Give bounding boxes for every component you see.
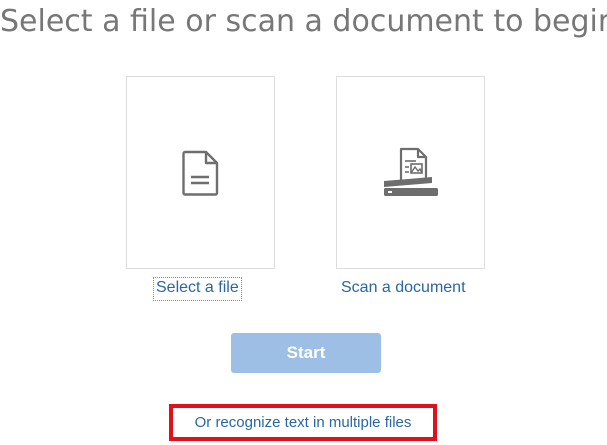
scanner-icon: [383, 147, 438, 196]
scan-document-link[interactable]: Scan a document: [341, 279, 466, 297]
start-button[interactable]: Start: [231, 333, 381, 373]
select-file-link[interactable]: Select a file: [153, 277, 242, 301]
document-icon: [181, 150, 218, 196]
recognize-multiple-files-link[interactable]: Or recognize text in multiple files: [169, 404, 437, 441]
scan-document-card[interactable]: [336, 76, 485, 269]
select-file-card[interactable]: [126, 76, 275, 269]
page-title: Select a file or scan a document to begi…: [0, 4, 607, 39]
